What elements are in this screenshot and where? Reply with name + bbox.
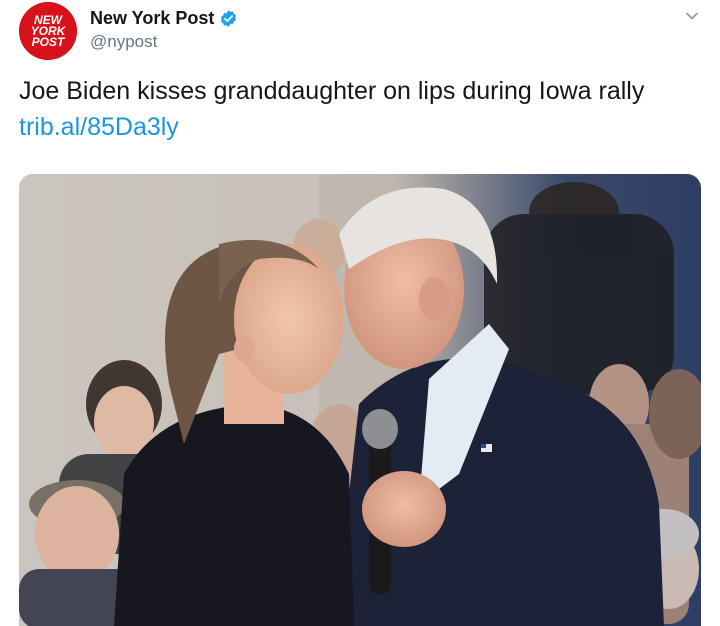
tweet-text: Joe Biden kisses granddaughter on lips d… xyxy=(19,73,699,145)
logo-word-3: POST xyxy=(32,35,66,49)
tweet-photo[interactable] xyxy=(19,174,701,626)
verified-badge-icon xyxy=(219,9,238,28)
tweet-link[interactable]: trib.al/85Da3ly xyxy=(19,113,179,141)
chevron-down-icon[interactable] xyxy=(684,8,700,24)
display-name-row: New York Post xyxy=(90,8,238,29)
tweet-body: Joe Biden kisses granddaughter on lips d… xyxy=(19,77,645,105)
display-name[interactable]: New York Post xyxy=(90,8,214,29)
photo-illustration xyxy=(19,174,701,626)
new-york-post-logo: NEW YORK POST xyxy=(19,2,77,60)
tweet-card: NEW YORK POST New York Post @nypost Joe … xyxy=(0,0,720,626)
account-handle[interactable]: @nypost xyxy=(90,32,157,52)
avatar[interactable]: NEW YORK POST xyxy=(19,2,77,60)
